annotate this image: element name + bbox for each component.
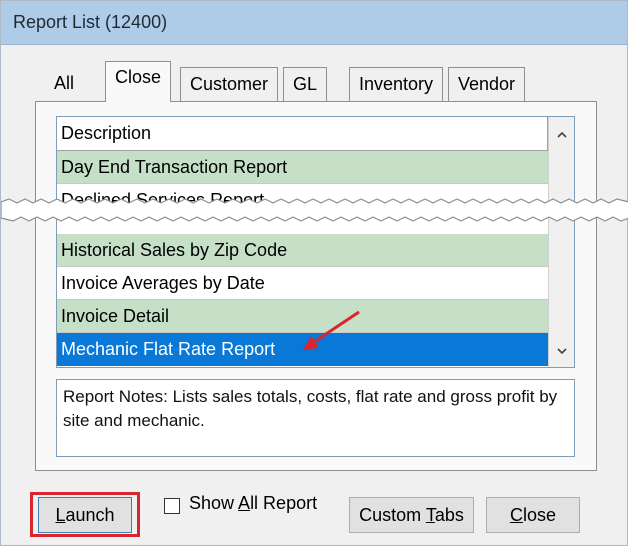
vertical-scrollbar[interactable] [548,117,574,367]
callout-arrow-icon [303,310,360,350]
report-list-window: Report List (12400) All Close Customer G… [0,0,628,546]
tab-vendor[interactable]: Vendor [448,67,526,101]
list-item[interactable]: Historical Sales by Zip Code [57,234,548,267]
report-notes: Report Notes: Lists sales totals, costs,… [56,379,575,457]
custom-tabs-rest: abs [434,505,464,525]
title-bar[interactable]: Report List (12400) [1,1,627,45]
tab-inventory[interactable]: Inventory [349,67,444,101]
show-all-report-checkbox[interactable] [164,498,180,514]
tab-customer[interactable]: Customer [180,67,279,101]
tab-all[interactable]: All [45,67,84,101]
close-button[interactable]: Close [486,497,580,533]
show-all-accel: A [238,493,251,513]
show-all-report-label[interactable]: Show All Report [189,493,317,514]
tab-gl[interactable]: GL [283,67,328,101]
show-all-pre: Show [189,493,239,513]
launch-label: aunch [65,505,115,525]
show-all-rest: ll Report [250,493,318,513]
launch-button[interactable]: Launch [38,497,132,533]
scroll-down-arrow-icon[interactable] [556,345,568,357]
close-label: lose [522,505,557,525]
launch-accel: L [55,505,66,525]
tab-close[interactable]: Close [105,61,172,102]
custom-tabs-pre: Custom [359,505,426,525]
close-accel: C [509,505,523,525]
report-listbox[interactable]: Description Day End Transaction Report D… [56,116,575,368]
torn-edge-divider [1,198,628,222]
column-header-description[interactable]: Description [57,117,548,151]
list-item[interactable]: Invoice Averages by Date [57,267,548,300]
window-title: Report List (12400) [13,12,168,32]
custom-tabs-button[interactable]: Custom Tabs [349,497,474,533]
scroll-up-arrow-icon[interactable] [556,129,568,141]
custom-tabs-accel: T [425,505,435,525]
list-item[interactable]: Day End Transaction Report [57,151,548,184]
